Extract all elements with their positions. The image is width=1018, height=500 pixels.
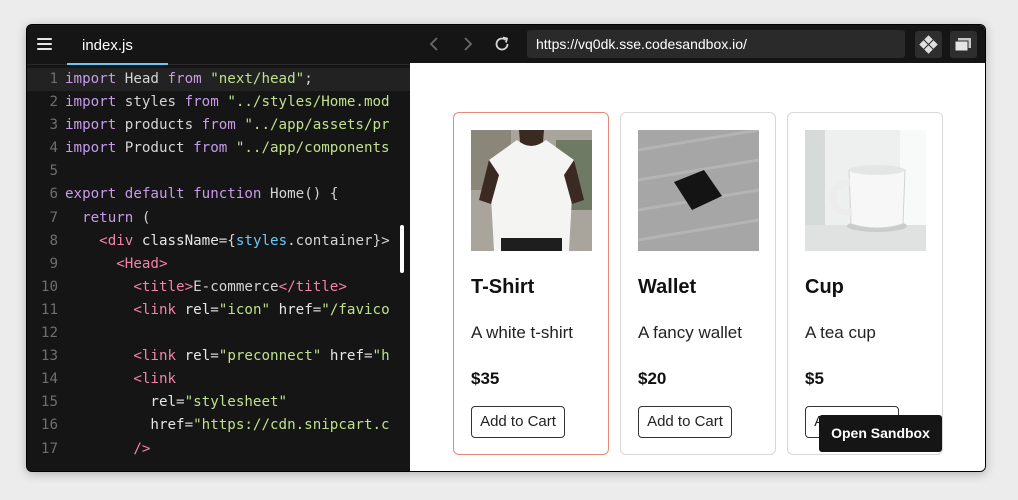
- product-name: Wallet: [638, 276, 697, 298]
- product-image-tshirt: [471, 130, 592, 251]
- line-number: 1: [49, 71, 58, 87]
- line-number: 15: [40, 394, 58, 411]
- refresh-icon[interactable]: [493, 35, 511, 53]
- line-number: 17: [40, 440, 58, 457]
- url-text: https://vq0dk.sse.codesandbox.io/: [536, 36, 747, 52]
- code-text: href="https://cdn.snipcart.c: [150, 417, 390, 434]
- code-text: />: [133, 440, 151, 457]
- line-number: 7: [49, 209, 58, 226]
- line-number: 8: [49, 232, 58, 249]
- code-line[interactable]: 4 import Product from "../app/components: [27, 137, 410, 160]
- tab-index-js[interactable]: index.js: [67, 25, 168, 65]
- code-text: import styles from "../styles/Home.mod: [65, 94, 390, 111]
- product-image-cup: [805, 130, 926, 251]
- forward-arrow-icon[interactable]: [458, 35, 476, 53]
- preview-pane: https://vq0dk.sse.codesandbox.io/ T-Shir…: [410, 25, 985, 471]
- code-text: <title>E-commerce</title>: [133, 278, 347, 295]
- code-editor: index.js 1 import Head from "next/head"; 2…: [27, 25, 410, 471]
- code-line[interactable]: 2 import styles from "../styles/Home.mod: [27, 91, 410, 114]
- code-text: import Product from "../app/components: [65, 140, 390, 157]
- code-line[interactable]: 1 import Head from "next/head";: [27, 68, 410, 92]
- line-number: 5: [49, 163, 58, 180]
- product-name: T-Shirt: [471, 276, 535, 298]
- add-to-cart-button[interactable]: Add to Cart: [471, 406, 565, 438]
- move-icon: [919, 35, 938, 54]
- code-line[interactable]: 7 return (: [27, 207, 410, 230]
- url-bar[interactable]: https://vq0dk.sse.codesandbox.io/: [527, 30, 905, 58]
- code-line[interactable]: 14 <link: [27, 368, 410, 391]
- line-number: 4: [49, 140, 58, 157]
- code-line[interactable]: 16 href="https://cdn.snipcart.c: [27, 414, 410, 437]
- product-price: $5: [805, 369, 824, 388]
- code-line[interactable]: 9 <Head>: [27, 253, 410, 276]
- product-card: T-Shirt A white t-shirt $35 Add to Cart: [453, 112, 609, 455]
- code-line[interactable]: 5: [27, 160, 410, 183]
- code-line[interactable]: 6 export default function Home() {: [27, 183, 410, 206]
- code-line[interactable]: 17 />: [27, 438, 410, 461]
- code-text: return (: [82, 209, 151, 226]
- code-text: import products from "../app/assets/pr: [65, 117, 390, 134]
- tab-label: index.js: [82, 37, 133, 54]
- line-number: 3: [49, 117, 58, 134]
- code-text: <div className={styles.container}>: [99, 232, 390, 249]
- line-number: 9: [49, 255, 58, 272]
- product-image-wallet: [638, 130, 759, 251]
- code-line[interactable]: 12: [27, 322, 410, 345]
- code-line[interactable]: 10 <title>E-commerce</title>: [27, 276, 410, 299]
- code-line[interactable]: 13 <link rel="preconnect" href="h: [27, 345, 410, 368]
- product-price: $20: [638, 369, 667, 388]
- code-text: <link rel="preconnect" href="h: [133, 348, 390, 365]
- code-text: rel="stylesheet": [150, 394, 288, 411]
- app-window: index.js 1 import Head from "next/head"; 2…: [26, 24, 986, 472]
- code-text: <Head>: [116, 255, 168, 272]
- editor-tab-bar: index.js: [27, 25, 410, 65]
- line-number: 6: [49, 186, 58, 203]
- code-line[interactable]: 15 rel="stylesheet": [27, 391, 410, 414]
- back-arrow-icon[interactable]: [426, 35, 444, 53]
- open-new-window-button[interactable]: [950, 31, 977, 58]
- line-number: 11: [40, 301, 58, 318]
- page-viewport: T-Shirt A white t-shirt $35 Add to Cart …: [410, 63, 985, 471]
- product-price: $35: [471, 369, 500, 388]
- line-number: 14: [40, 371, 58, 388]
- resize-handle[interactable]: [400, 225, 404, 273]
- line-number: 2: [49, 94, 58, 111]
- code-text: import Head from "next/head";: [65, 71, 313, 87]
- product-description: A tea cup: [805, 323, 876, 342]
- browser-toolbar: https://vq0dk.sse.codesandbox.io/: [410, 25, 985, 63]
- code-text: <link: [133, 371, 177, 388]
- code-line[interactable]: 11 <link rel="icon" href="/favico: [27, 299, 410, 322]
- line-number: 16: [40, 417, 58, 434]
- code-text: export default function Home() {: [65, 186, 339, 203]
- code-line[interactable]: 3 import products from "../app/assets/pr: [27, 114, 410, 137]
- product-description: A fancy wallet: [638, 323, 742, 342]
- code-text: <link rel="icon" href="/favico: [133, 301, 390, 318]
- product-card: Cup A tea cup $5 Add to Cart: [787, 112, 943, 455]
- open-sandbox-button[interactable]: Open Sandbox: [819, 415, 942, 452]
- hamburger-menu-icon[interactable]: [37, 38, 52, 50]
- line-number: 13: [40, 348, 58, 365]
- code-line[interactable]: 8 <div className={styles.container}>: [27, 230, 410, 253]
- product-card: Wallet A fancy wallet $20 Add to Cart: [620, 112, 776, 455]
- product-name: Cup: [805, 276, 844, 298]
- windows-icon: [954, 38, 971, 52]
- product-description: A white t-shirt: [471, 323, 574, 342]
- line-number: 10: [40, 278, 58, 295]
- code-area[interactable]: 1 import Head from "next/head"; 2 import st…: [27, 68, 410, 461]
- add-to-cart-button[interactable]: Add to Cart: [638, 406, 732, 438]
- devtools-button[interactable]: [915, 31, 942, 58]
- line-number: 12: [40, 325, 58, 342]
